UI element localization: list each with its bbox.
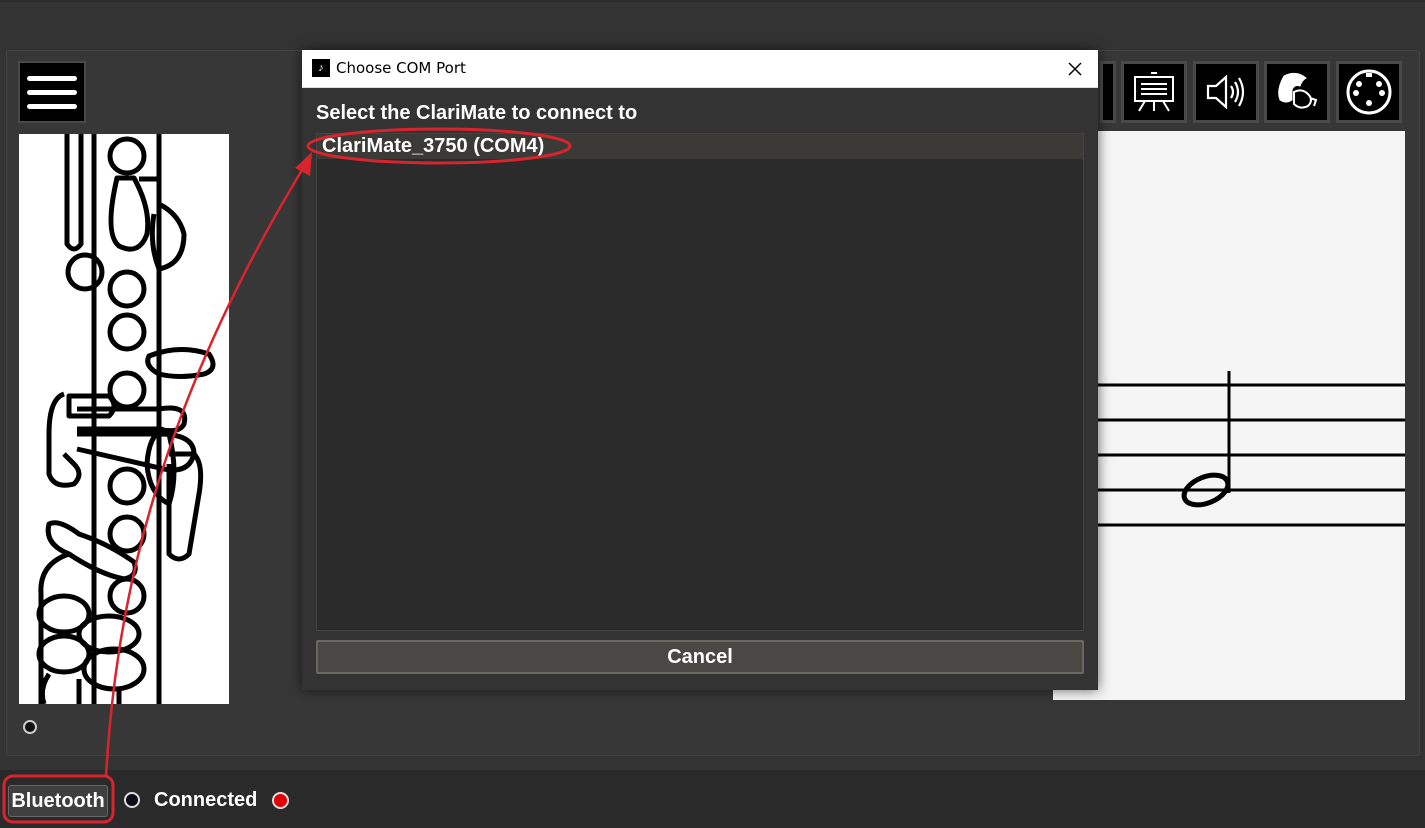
speaker-icon [1206, 74, 1245, 110]
app-icon: ♪ [312, 59, 330, 77]
dialog-heading: Select the ClariMate to connect to [316, 102, 638, 124]
connected-label: Connected [154, 789, 258, 811]
staff-notation [1053, 371, 1405, 527]
music-stand-icon [1134, 72, 1174, 112]
toolbar-button-partial[interactable] [1100, 61, 1116, 123]
hamburger-menu-icon [27, 75, 77, 81]
choose-com-port-dialog: ♪ Choose COM Port Select the ClariMate t… [302, 50, 1098, 690]
connected-status-dot [272, 792, 289, 809]
bluetooth-status-dot [124, 792, 140, 808]
clarinet-body-image [36, 134, 216, 704]
clarinet-fingering-diagram [19, 134, 229, 704]
sound-button[interactable] [1193, 61, 1259, 123]
player-face-icon [1278, 72, 1318, 109]
sensor-status-dot [23, 720, 37, 734]
top-band [0, 0, 1425, 2]
close-icon [1068, 62, 1082, 76]
cancel-button[interactable]: Cancel [316, 640, 1084, 674]
notation-panel [1053, 131, 1405, 700]
dialog-titlebar: ♪ Choose COM Port [302, 50, 1098, 88]
bluetooth-button[interactable]: Bluetooth [8, 785, 108, 817]
music-stand-button[interactable] [1121, 61, 1187, 123]
player-button[interactable] [1264, 61, 1330, 123]
list-item[interactable]: ClariMate_3750 (COM4) [317, 134, 1083, 159]
close-button[interactable] [1060, 56, 1090, 82]
midi-connector-icon [1346, 69, 1392, 115]
com-port-list[interactable]: ClariMate_3750 (COM4) [316, 133, 1084, 631]
dialog-title: Choose COM Port [336, 59, 466, 77]
midi-button[interactable] [1336, 61, 1402, 123]
hamburger-menu-button[interactable] [18, 61, 86, 123]
